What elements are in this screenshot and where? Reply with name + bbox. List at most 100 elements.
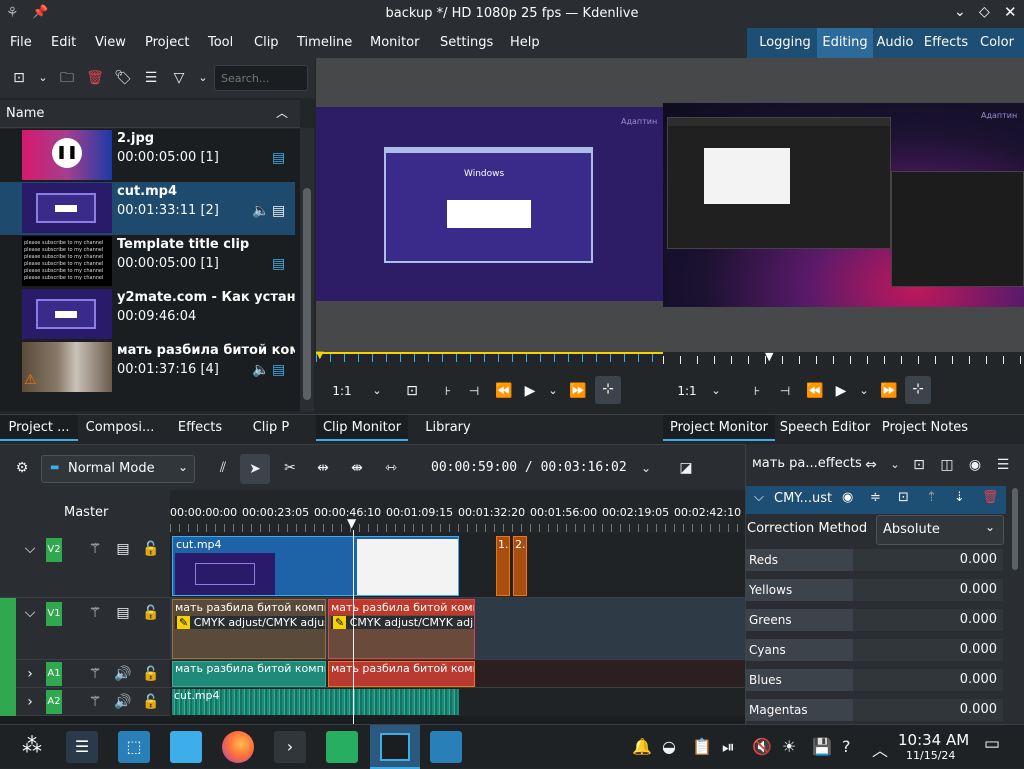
clip-monitor-ruler[interactable]: ▼ — [316, 350, 663, 370]
forward-icon[interactable]: ⏩ — [879, 378, 899, 404]
clipboard-icon[interactable]: 📋 — [692, 737, 712, 756]
show-hidden-icon[interactable]: ︿ — [872, 737, 888, 761]
timecode-display[interactable]: 00:00:59:00 / 00:03:16:02 — [431, 460, 627, 475]
param-yellows[interactable]: Yellows 0.000 — [745, 579, 1003, 601]
timeline-settings-icon[interactable]: ⚙ — [12, 459, 32, 477]
eye-icon[interactable]: ◉ — [842, 490, 853, 505]
menu-view[interactable]: View — [95, 35, 126, 50]
tab-effects[interactable]: Effects — [162, 415, 238, 441]
chevron-down-icon[interactable]: ⌄ — [888, 456, 902, 474]
move-down-icon[interactable]: ⇣ — [954, 490, 965, 505]
file-manager-icon[interactable] — [170, 731, 202, 763]
help-icon[interactable]: ? — [842, 737, 851, 756]
chevron-up-icon[interactable]: ︿ — [276, 104, 288, 121]
playhead-marker-icon[interactable]: ▼ — [347, 516, 356, 530]
timeline-clip[interactable]: 1. — [496, 536, 510, 596]
list-item[interactable]: y2mate.com - Как установи 00:09:46:04 — [0, 288, 295, 341]
lock-icon[interactable]: 🔓 — [142, 693, 160, 711]
list-item[interactable]: please subscribe to my channel please su… — [0, 235, 295, 288]
menu-edit[interactable]: Edit — [51, 35, 76, 50]
set-out-icon[interactable]: ⊣ — [775, 378, 795, 404]
tag-icon[interactable]: 🏷 — [114, 69, 132, 87]
chevron-down-icon[interactable]: ⌄ — [36, 69, 50, 87]
menu-clip[interactable]: Clip — [254, 35, 279, 50]
chevron-down-icon[interactable]: ⌄ — [638, 459, 654, 477]
hide-track-icon[interactable]: ▤ — [114, 540, 132, 558]
chevron-down-icon[interactable]: ⌄ — [857, 378, 871, 404]
save-effect-icon[interactable]: ⊡ — [898, 490, 909, 505]
compare-icon[interactable]: ⇔ — [862, 456, 880, 474]
mute-audio-icon[interactable]: 🔊 — [114, 665, 132, 683]
workspace-audio[interactable]: Audio — [873, 28, 917, 58]
track-label[interactable]: V2 — [46, 538, 62, 562]
timeline-clip[interactable]: мать разбила битой компьк ✎ CMYK adjust/… — [172, 599, 326, 659]
forward-icon[interactable]: ⏩ — [568, 378, 588, 404]
slip-tool-icon[interactable]: ⇹ — [312, 459, 334, 477]
play-icon[interactable]: ▶ — [520, 378, 540, 404]
timeline-clip[interactable]: мать разбила битой компьк — [172, 661, 326, 687]
tab-clip-monitor[interactable]: Clip Monitor — [316, 415, 408, 441]
correction-method-select[interactable]: Absolute ⌄ — [876, 515, 1004, 545]
visibility-icon[interactable]: ◉ — [966, 456, 984, 474]
param-value[interactable]: 0.000 — [960, 582, 997, 597]
text-editor-icon[interactable] — [430, 731, 462, 763]
chevron-down-icon[interactable]: ⌄ — [546, 378, 560, 404]
delete-effect-icon[interactable]: 🗑 — [982, 490, 999, 505]
clip-monitor-video[interactable]: Адаптин Windows — [316, 107, 663, 301]
param-greens[interactable]: Greens 0.000 — [745, 609, 1003, 631]
tab-compositions[interactable]: Composi... — [80, 415, 160, 441]
playhead-line[interactable] — [353, 530, 354, 724]
play-icon[interactable]: ▶ — [831, 378, 851, 404]
bin-column-header[interactable]: Name ︿ — [0, 100, 300, 128]
menu-icon[interactable]: ☰ — [994, 456, 1012, 474]
timeline-clip[interactable]: cut.mp4 — [172, 536, 459, 596]
select-tool-icon[interactable]: ➤ — [240, 454, 270, 484]
rewind-icon[interactable]: ⏪ — [805, 378, 825, 404]
app-launcher-icon[interactable]: ⁂ — [22, 733, 42, 757]
terminal-icon[interactable]: › — [274, 731, 306, 763]
effect-panel-scrollbar[interactable] — [1012, 488, 1020, 724]
lock-icon[interactable]: 🔓 — [142, 604, 160, 622]
menu-monitor[interactable]: Monitor — [370, 35, 419, 50]
kdenlive-taskbar-item[interactable] — [370, 725, 420, 769]
add-clip-icon[interactable]: ⊡ — [10, 69, 28, 87]
set-in-icon[interactable]: ⊦ — [438, 378, 458, 404]
document-viewer-icon[interactable] — [326, 731, 358, 763]
param-value[interactable]: 0.000 — [960, 702, 997, 717]
master-label[interactable]: Master — [64, 505, 108, 520]
delete-icon[interactable]: 🗑 — [86, 69, 104, 87]
tab-library[interactable]: Library — [412, 415, 484, 441]
clock-date[interactable]: 11/15/24 — [906, 749, 955, 762]
show-desktop-icon[interactable]: ▭ — [984, 734, 1000, 754]
param-reds[interactable]: Reds 0.000 — [745, 549, 1003, 571]
expand-icon[interactable]: › — [22, 693, 38, 711]
effects-wand-icon[interactable]: ⚚ — [86, 693, 104, 711]
tab-project-bin[interactable]: Project ... — [0, 415, 78, 441]
param-magentas[interactable]: Magentas 0.000 — [745, 699, 1003, 721]
volume-muted-icon[interactable]: 🔇 — [752, 737, 772, 756]
filter-dropdown-icon[interactable]: ⌄ — [196, 69, 210, 87]
list-item[interactable]: cut.mp4 00:01:33:11 [2] 🔈 ▤ — [0, 182, 295, 235]
hide-track-icon[interactable]: ▤ — [114, 604, 132, 622]
track-label[interactable]: A2 — [46, 690, 62, 714]
tab-project-notes[interactable]: Project Notes — [875, 415, 975, 441]
param-value[interactable]: 0.000 — [960, 642, 997, 657]
split-compare-icon[interactable]: ◫ — [938, 456, 956, 474]
filter-icon[interactable]: ▽ — [170, 69, 188, 87]
razor-tool-icon[interactable]: ✂ — [280, 459, 300, 477]
tab-speech-editor[interactable]: Speech Editor — [777, 415, 873, 441]
system-settings-icon[interactable]: ☰ — [66, 731, 98, 763]
param-blues[interactable]: Blues 0.000 — [745, 669, 1003, 691]
expand-icon[interactable]: › — [22, 665, 38, 683]
notifications-icon[interactable]: 🔔 — [632, 737, 652, 756]
move-up-icon[interactable]: ⇡ — [926, 490, 937, 505]
rewind-icon[interactable]: ⏪ — [494, 378, 514, 404]
menu-project[interactable]: Project — [145, 35, 189, 50]
effects-wand-icon[interactable]: ⚚ — [86, 540, 104, 558]
discord-icon[interactable]: ◒ — [662, 737, 676, 756]
timeline-clip[interactable]: 2. — [513, 536, 527, 596]
chevron-down-icon[interactable]: ⌄ — [370, 378, 384, 404]
list-view-icon[interactable]: ☰ — [142, 69, 160, 87]
spacer-tool-icon[interactable]: ⫽ — [212, 459, 234, 477]
discover-store-icon[interactable]: ⬚ — [118, 731, 150, 763]
